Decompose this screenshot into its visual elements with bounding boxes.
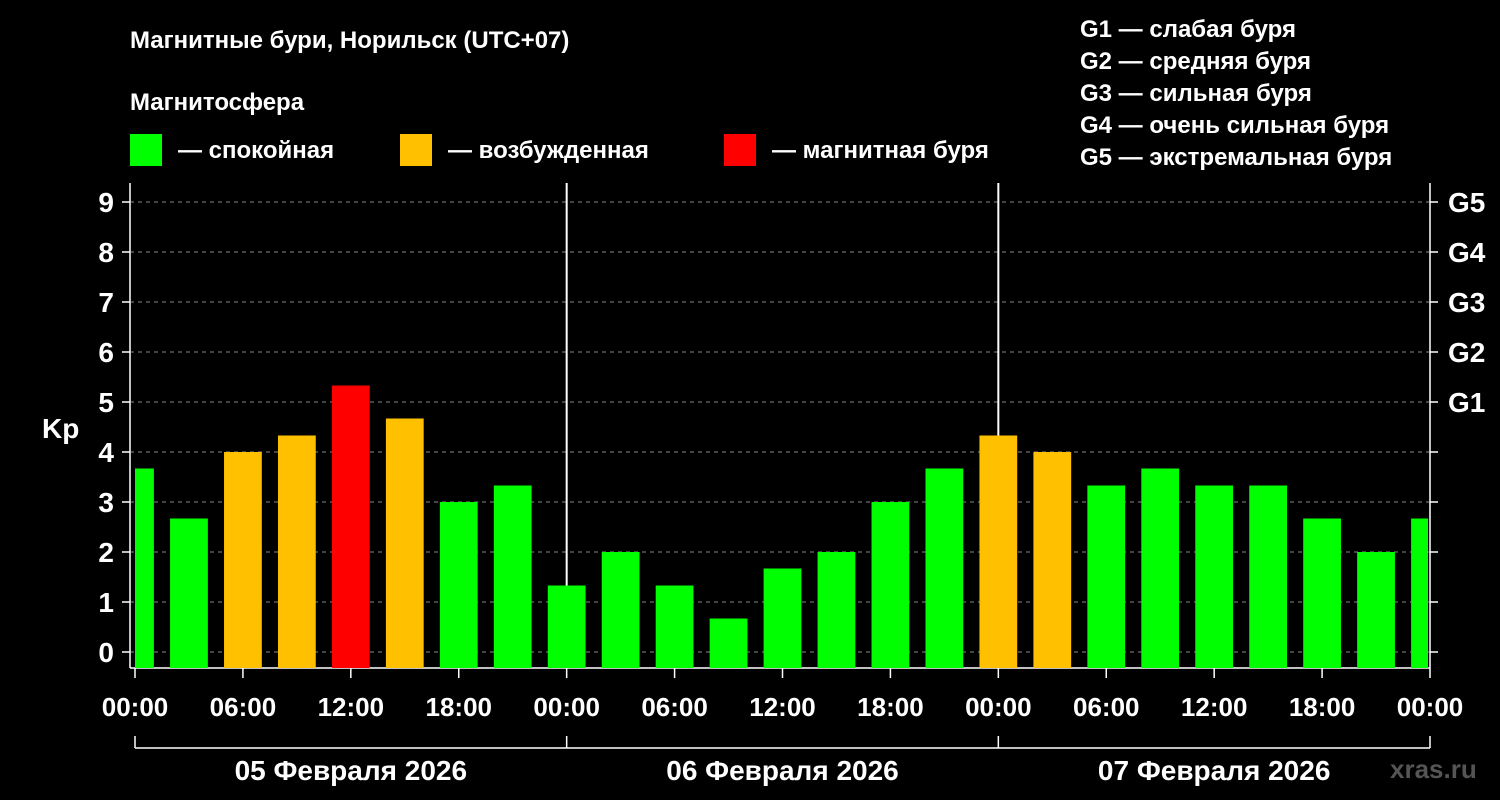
date-label: 05 Февраля 2026	[235, 755, 467, 786]
legend-label-unsettled: — возбужденная	[448, 137, 649, 164]
y-tick-label: 4	[98, 437, 114, 468]
y-tick-label: 6	[98, 337, 114, 368]
x-tick-label: 00:00	[1397, 692, 1464, 722]
storm-scale-g3: G3 — сильная буря	[1080, 80, 1312, 107]
kp-bar	[1195, 485, 1234, 668]
x-tick-label: 12:00	[749, 692, 816, 722]
x-tick-label: 12:00	[1181, 692, 1248, 722]
storm-level-label: G5	[1448, 187, 1485, 218]
x-tick-label: 06:00	[1073, 692, 1140, 722]
storm-scale-g5: G5 — экстремальная буря	[1080, 144, 1392, 171]
plot-area: 0 1 2 3 4 5 6 7 8 9 G1 G2 G3 G4 G5 00:00 06:00 12:00 18:00…	[98, 183, 1486, 786]
kp-bar	[493, 485, 532, 668]
kp-bar	[439, 502, 478, 668]
kp-bar	[224, 452, 262, 668]
x-tick-label: 18:00	[857, 692, 924, 722]
legend-swatch-storm	[724, 134, 756, 166]
y-axis-label: Kp	[42, 413, 79, 444]
kp-bar	[547, 585, 586, 668]
y-tick-label: 2	[98, 537, 114, 568]
kp-bar	[871, 502, 910, 668]
storm-scale-g2: G2 — средняя буря	[1080, 48, 1311, 75]
storm-level-label: G1	[1448, 387, 1485, 418]
kp-bar-chart: Магнитные бури, Норильск (UTC+07) Магнит…	[42, 16, 1486, 786]
kp-bar	[655, 585, 694, 668]
x-tick-label: 18:00	[426, 692, 493, 722]
x-tick-label: 06:00	[641, 692, 708, 722]
kp-bar	[1249, 485, 1288, 668]
x-tick-label: 06:00	[210, 692, 277, 722]
y-tick-label: 3	[98, 487, 114, 518]
watermark: xras.ru	[1390, 754, 1477, 784]
legend-label-quiet: — спокойная	[178, 137, 334, 164]
kp-bar	[331, 385, 370, 668]
kp-bar	[1141, 468, 1180, 668]
kp-bar	[1357, 552, 1395, 668]
date-label: 06 Февраля 2026	[666, 755, 898, 786]
storm-level-label: G3	[1448, 287, 1485, 318]
legend-swatch-unsettled	[400, 134, 432, 166]
legend-heading: Магнитосфера	[130, 89, 305, 116]
kp-bar	[709, 618, 748, 668]
legend-label-storm: — магнитная буря	[772, 137, 989, 164]
date-label: 07 Февраля 2026	[1098, 755, 1330, 786]
storm-level-label: G4	[1448, 237, 1486, 268]
kp-bar	[763, 568, 802, 668]
y-tick-label: 0	[98, 637, 114, 668]
kp-bar	[170, 518, 208, 668]
kp-bar	[925, 468, 964, 668]
x-tick-label: 00:00	[533, 692, 600, 722]
x-tick-label: 00:00	[102, 692, 169, 722]
storm-scale-g4: G4 — очень сильная буря	[1080, 112, 1389, 139]
y-tick-label: 9	[98, 187, 114, 218]
kp-bar	[1411, 518, 1428, 668]
chart-title: Магнитные бури, Норильск (UTC+07)	[130, 27, 569, 54]
y-tick-label: 8	[98, 237, 114, 268]
x-tick-label: 18:00	[1289, 692, 1356, 722]
kp-bar	[385, 418, 424, 668]
storm-level-label: G2	[1448, 337, 1485, 368]
kp-bar	[1033, 452, 1072, 668]
storm-scale-g1: G1 — слабая буря	[1080, 16, 1296, 43]
legend-swatch-quiet	[130, 134, 162, 166]
y-tick-label: 7	[98, 287, 114, 318]
y-tick-label: 5	[98, 387, 114, 418]
kp-bar	[817, 552, 856, 668]
x-tick-label: 00:00	[965, 692, 1032, 722]
kp-bar	[135, 468, 154, 668]
kp-bar	[1303, 518, 1341, 668]
kp-bar	[979, 435, 1018, 668]
x-tick-label: 12:00	[318, 692, 385, 722]
kp-bar	[1087, 485, 1126, 668]
kp-bar	[601, 552, 640, 668]
kp-bar	[277, 435, 316, 668]
y-tick-label: 1	[98, 587, 114, 618]
